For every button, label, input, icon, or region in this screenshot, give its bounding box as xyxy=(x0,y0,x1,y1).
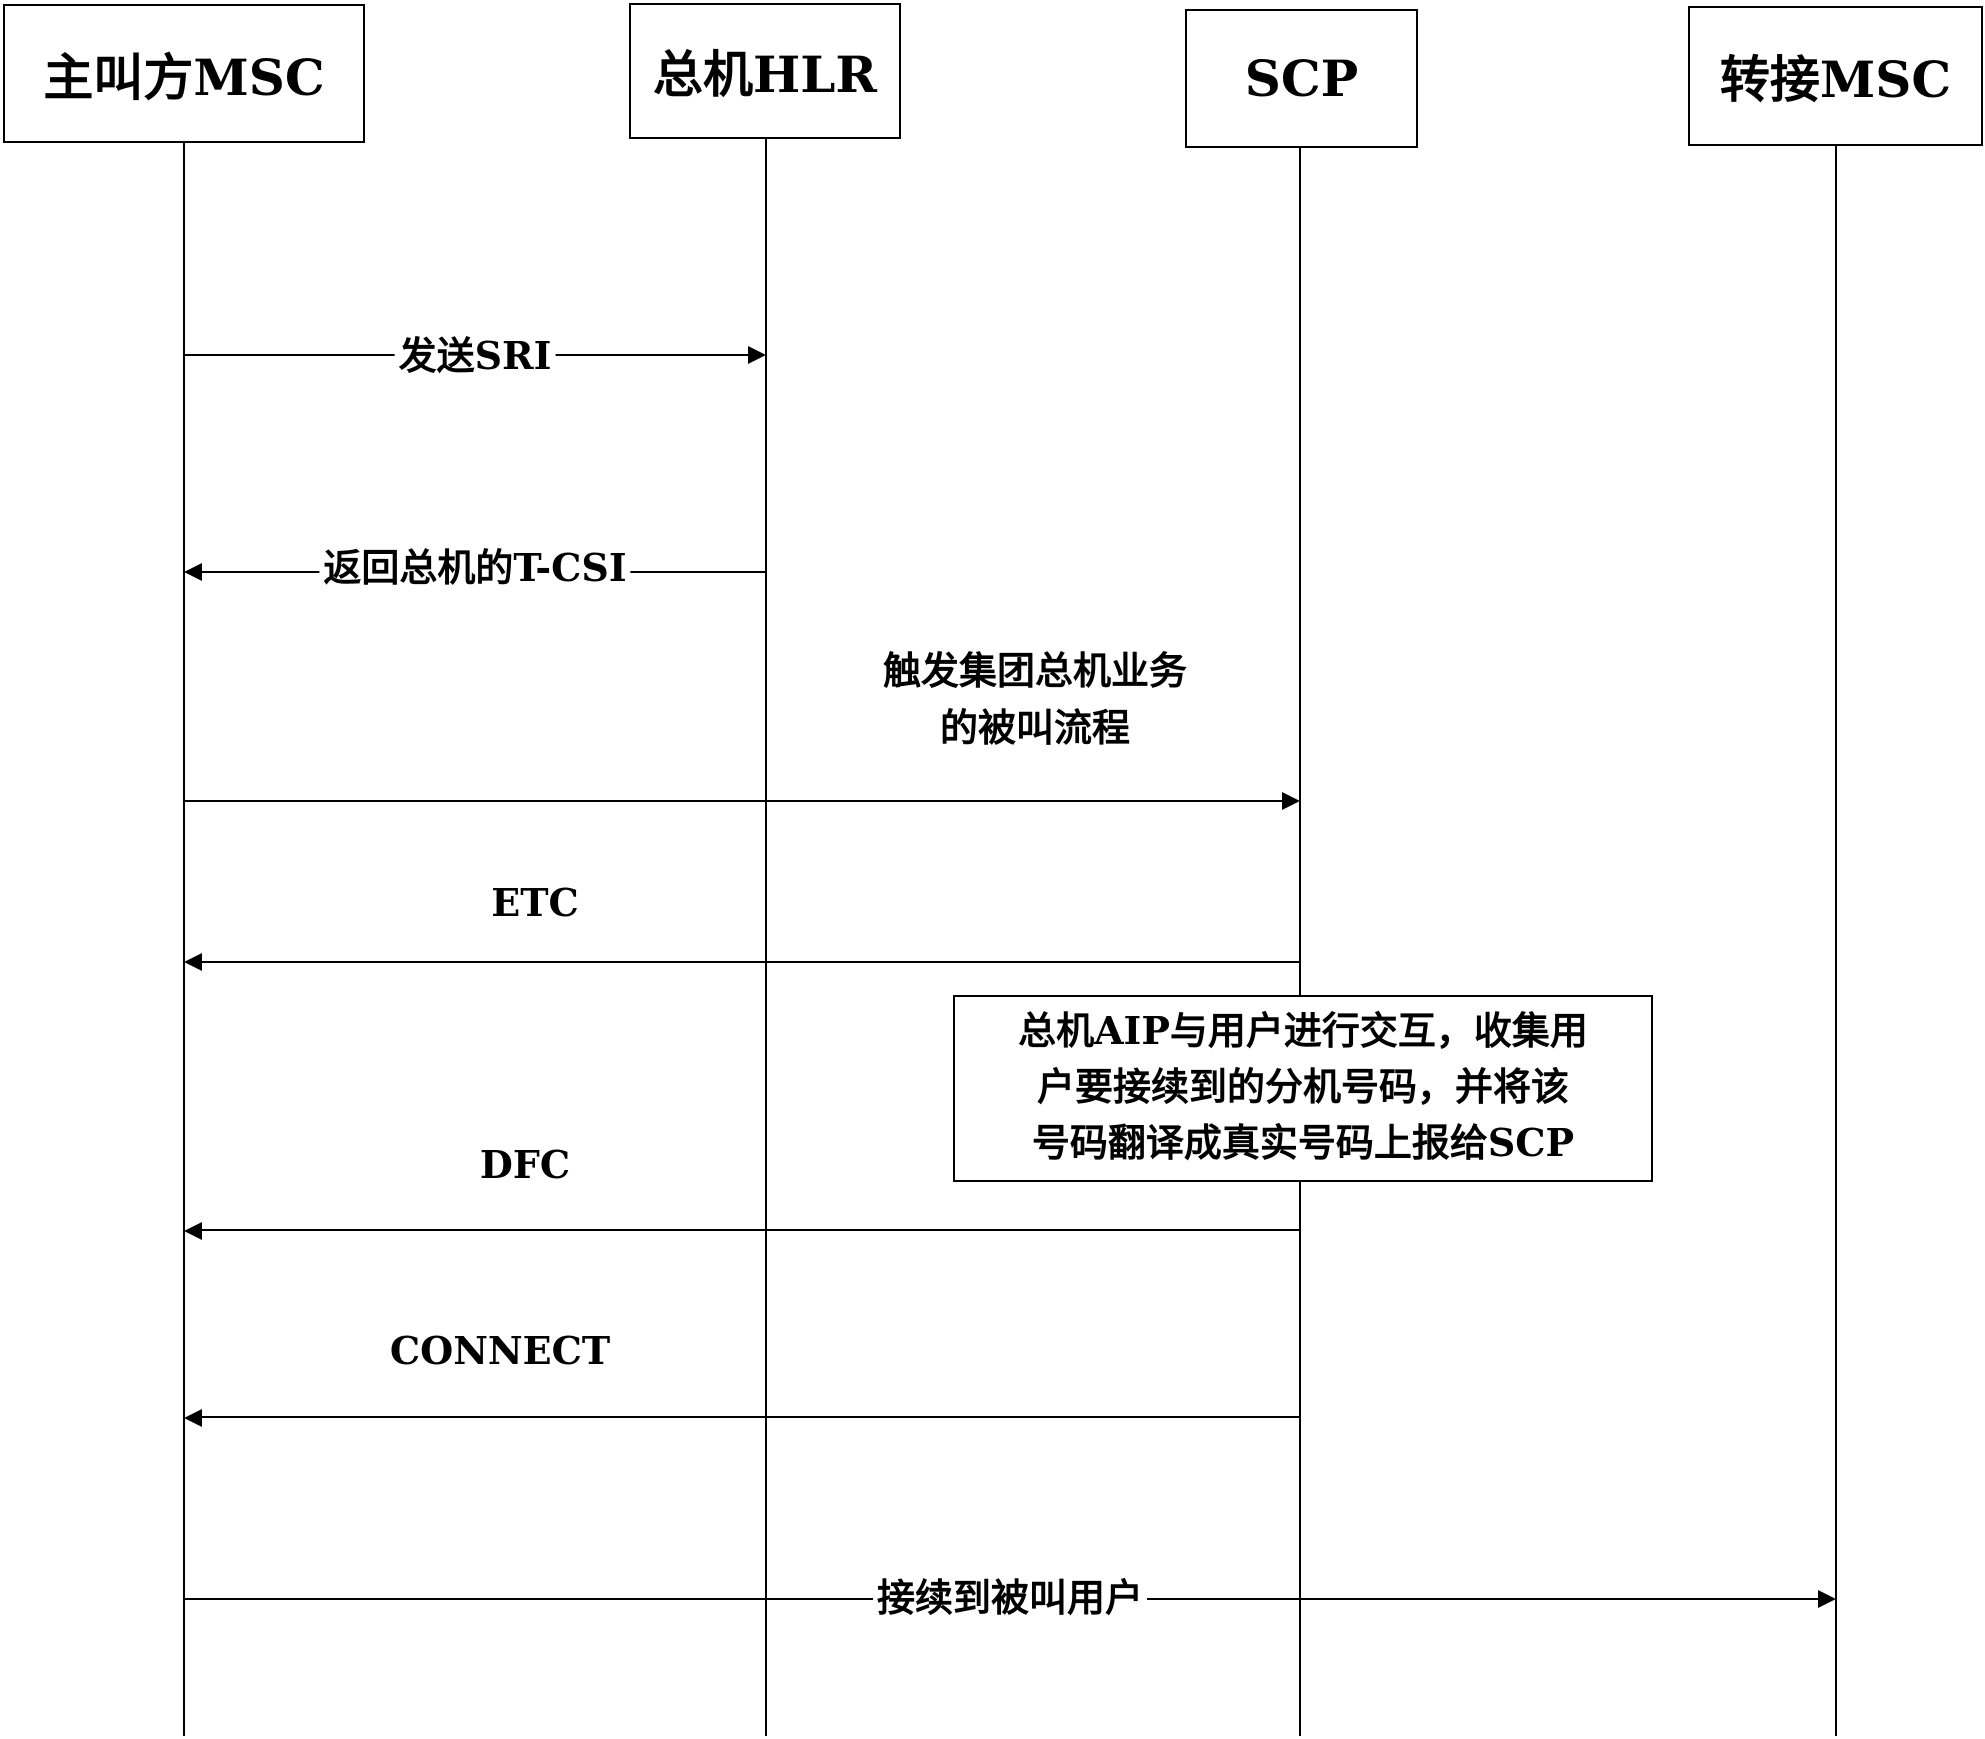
arrow-right-icon xyxy=(748,346,766,364)
message-connect-line xyxy=(202,1416,1300,1418)
message-return-tcsi-label: 返回总机的T-CSI xyxy=(319,549,631,587)
note-line-3: 号码翻译成真实号码上报给SCP xyxy=(1031,1120,1575,1165)
lifeline-calling-msc xyxy=(183,143,185,1736)
message-trigger-line xyxy=(184,800,1282,802)
message-connect-user-label: 接续到被叫用户 xyxy=(872,1579,1148,1617)
arrow-right-icon xyxy=(1282,792,1300,810)
lifeline-transfer-msc xyxy=(1835,146,1837,1736)
note-line-2: 户要接续到的分机号码，并将该 xyxy=(1036,1064,1569,1109)
arrow-left-icon xyxy=(184,953,202,971)
actor-pbx-hlr: 总机HLR xyxy=(629,3,901,139)
arrow-right-icon xyxy=(1818,1590,1836,1608)
message-send-sri-label: 发送SRI xyxy=(394,337,556,375)
actor-calling-msc: 主叫方MSC xyxy=(3,4,365,143)
scp-note-box: 总机AIP与用户进行交互，收集用 户要接续到的分机号码，并将该 号码翻译成真实号… xyxy=(953,995,1653,1182)
message-dfc-line xyxy=(202,1229,1300,1231)
lifeline-pbx-hlr xyxy=(765,139,767,1736)
message-trigger-label-line2: 的被叫流程 xyxy=(939,705,1131,750)
arrow-left-icon xyxy=(184,563,202,581)
arrow-left-icon xyxy=(184,1409,202,1427)
message-connect-label: CONNECT xyxy=(389,1328,611,1373)
lifeline-scp xyxy=(1299,148,1301,1736)
arrow-left-icon xyxy=(184,1222,202,1240)
actor-scp: SCP xyxy=(1185,9,1418,148)
message-etc-label: ETC xyxy=(491,880,579,925)
message-etc-line xyxy=(202,961,1300,963)
note-line-1: 总机AIP与用户进行交互，收集用 xyxy=(1018,1008,1588,1053)
message-trigger-label-line1: 触发集团总机业务 xyxy=(882,648,1188,693)
actor-transfer-msc: 转接MSC xyxy=(1688,6,1983,146)
message-dfc-label: DFC xyxy=(479,1142,571,1187)
